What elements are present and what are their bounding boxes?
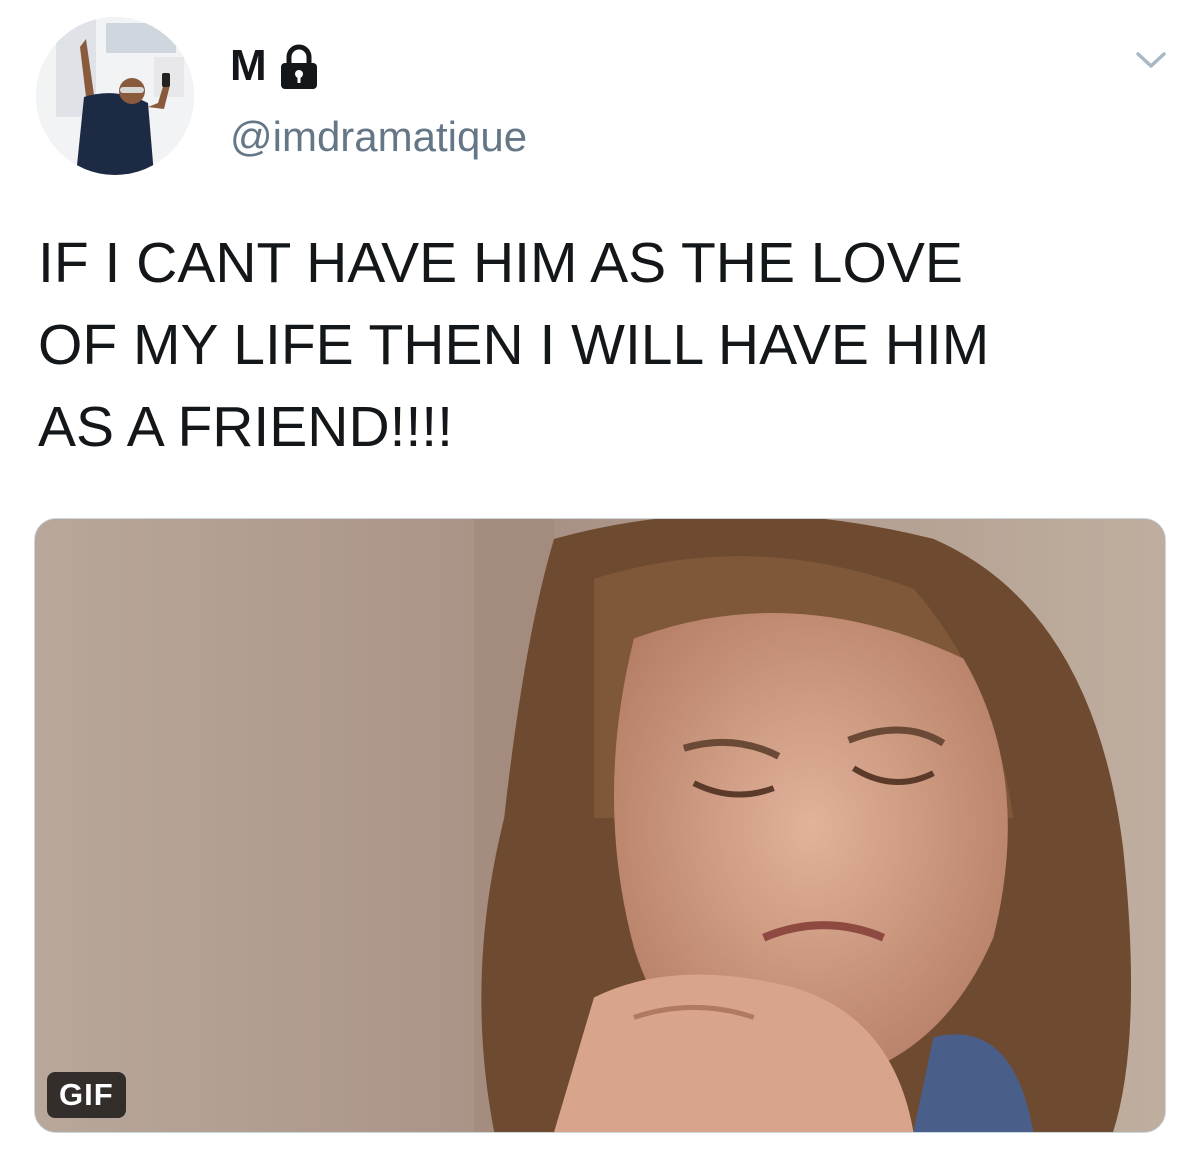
avatar-photo [36, 17, 194, 175]
lock-icon [280, 44, 317, 89]
gif-frame-image [35, 519, 1165, 1132]
chevron-down-icon[interactable] [1134, 48, 1168, 72]
tweet-card: M @imdramatique IF I CANT HAVE HIM AS TH… [0, 0, 1200, 1157]
avatar[interactable] [36, 17, 194, 175]
tweet-text: IF I CANT HAVE HIM AS THE LOVE OF MY LIF… [38, 231, 990, 459]
author-name-row: M [230, 36, 319, 96]
gif-badge: GIF [47, 1072, 126, 1118]
display-name[interactable]: M [230, 36, 267, 96]
user-handle[interactable]: @imdramatique [230, 108, 527, 166]
gif-media[interactable]: GIF [34, 518, 1166, 1133]
